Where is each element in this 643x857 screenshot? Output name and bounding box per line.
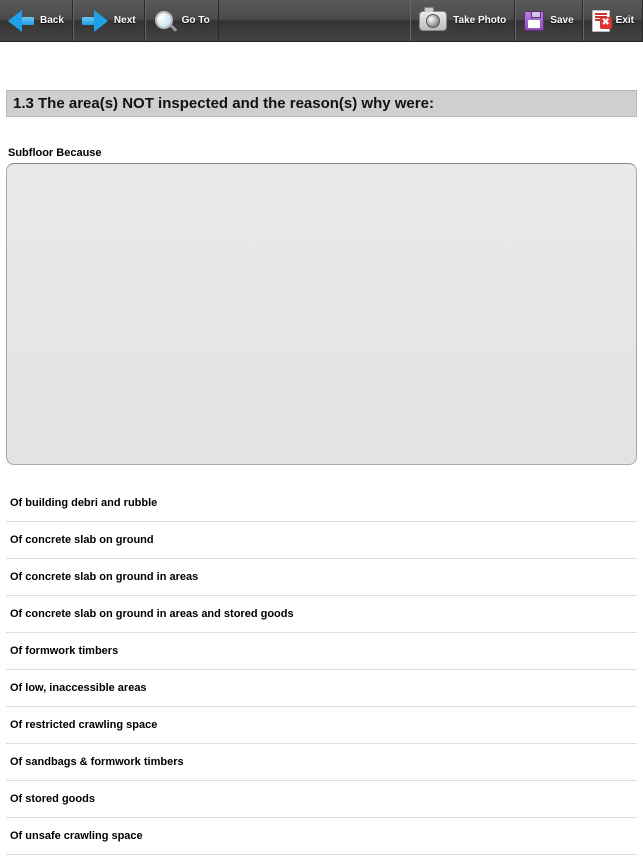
list-item[interactable]: Of building debri and rubble	[6, 485, 637, 522]
list-item[interactable]: Of sandbags & formwork timbers	[6, 744, 637, 781]
exit-label: Exit	[616, 15, 634, 26]
take-photo-label: Take Photo	[453, 15, 506, 26]
subfloor-textarea[interactable]	[7, 164, 636, 464]
list-item[interactable]: Of stored goods	[6, 781, 637, 818]
field-label: Subfloor Because	[8, 147, 637, 159]
take-photo-button[interactable]: Take Photo	[410, 0, 515, 41]
camera-icon	[419, 11, 447, 31]
back-button[interactable]: Back	[0, 0, 73, 41]
options-list: Of building debri and rubble Of concrete…	[6, 485, 637, 855]
save-button[interactable]: Save	[515, 0, 582, 41]
save-label: Save	[550, 15, 573, 26]
list-item[interactable]: Of low, inaccessible areas	[6, 670, 637, 707]
section-header: 1.3 The area(s) NOT inspected and the re…	[6, 90, 637, 117]
subfloor-textarea-wrap	[6, 163, 637, 465]
document-exit-icon	[592, 10, 610, 32]
back-label: Back	[40, 15, 64, 26]
arrow-right-icon	[82, 12, 108, 30]
list-item[interactable]: Of formwork timbers	[6, 633, 637, 670]
list-item[interactable]: Of unsafe crawling space	[6, 818, 637, 855]
list-item[interactable]: Of restricted crawling space	[6, 707, 637, 744]
goto-label: Go To	[182, 15, 210, 26]
content-area: 1.3 The area(s) NOT inspected and the re…	[0, 90, 643, 855]
arrow-left-icon	[8, 12, 34, 30]
goto-button[interactable]: Go To	[145, 0, 219, 41]
floppy-icon	[524, 11, 544, 31]
next-button[interactable]: Next	[73, 0, 145, 41]
next-label: Next	[114, 15, 136, 26]
list-item[interactable]: Of concrete slab on ground in areas and …	[6, 596, 637, 633]
list-item[interactable]: Of concrete slab on ground in areas	[6, 559, 637, 596]
toolbar: Back Next Go To Take Photo Save Exit	[0, 0, 643, 42]
magnifier-icon	[154, 10, 176, 32]
list-item[interactable]: Of concrete slab on ground	[6, 522, 637, 559]
exit-button[interactable]: Exit	[583, 0, 643, 41]
